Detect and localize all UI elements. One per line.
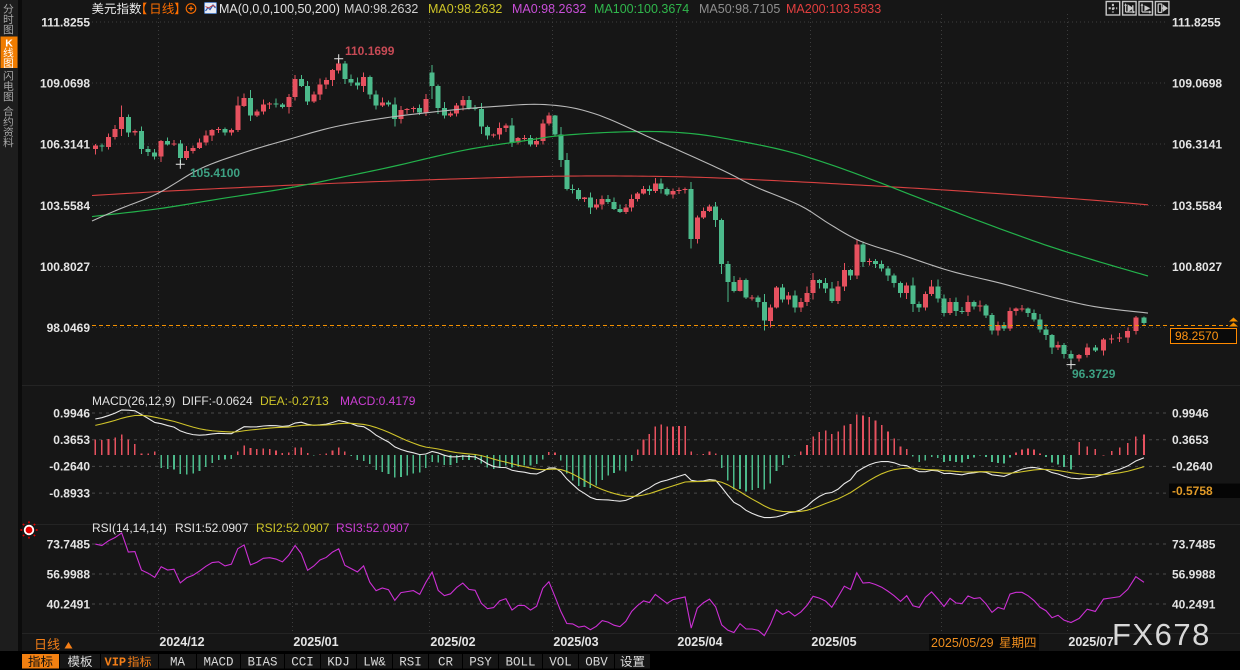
svg-text:100.8027: 100.8027 <box>40 260 90 274</box>
svg-text:73.7485: 73.7485 <box>1172 537 1216 551</box>
svg-text:98.2570: 98.2570 <box>1175 329 1219 343</box>
svg-text:111.8255: 111.8255 <box>41 15 90 29</box>
svg-text:BOLL: BOLL <box>505 656 535 670</box>
svg-text:PSY: PSY <box>469 656 492 670</box>
svg-text:2024/12: 2024/12 <box>159 635 204 649</box>
svg-text:2025/01: 2025/01 <box>293 635 338 649</box>
svg-text:-0.5758: -0.5758 <box>1172 484 1213 498</box>
svg-text:K: K <box>5 38 13 50</box>
svg-text:MA: MA <box>170 656 186 670</box>
svg-text:RSI2:52.0907: RSI2:52.0907 <box>256 521 330 535</box>
svg-text:2025/05/29: 2025/05/29 <box>931 636 994 650</box>
svg-text:111.8255: 111.8255 <box>1172 15 1221 29</box>
svg-text:56.9988: 56.9988 <box>1172 567 1216 581</box>
svg-text:MA(0,0,0,100,50,200): MA(0,0,0,100,50,200) <box>219 2 340 16</box>
svg-text:106.3141: 106.3141 <box>40 137 90 151</box>
svg-text:40.2491: 40.2491 <box>47 597 91 611</box>
svg-text:105.4100: 105.4100 <box>190 166 240 180</box>
svg-text:MA0:98.2632: MA0:98.2632 <box>428 2 502 16</box>
svg-text:VOL: VOL <box>549 656 572 670</box>
svg-text:56.9988: 56.9988 <box>47 567 91 581</box>
svg-text:RSI1:52.0907: RSI1:52.0907 <box>175 521 249 535</box>
svg-text:-0.2640: -0.2640 <box>49 460 90 474</box>
svg-text:MA50:98.7105: MA50:98.7105 <box>699 2 780 16</box>
svg-text:DIFF:-0.0624: DIFF:-0.0624 <box>182 394 253 408</box>
svg-text:98.0469: 98.0469 <box>47 321 91 335</box>
svg-text:109.0698: 109.0698 <box>1172 76 1222 90</box>
svg-text:103.5584: 103.5584 <box>1172 199 1222 213</box>
svg-text:CR: CR <box>438 656 454 670</box>
svg-text:MA0:98.2632: MA0:98.2632 <box>344 2 418 16</box>
svg-text:96.3729: 96.3729 <box>1072 367 1116 381</box>
svg-text:MACD:0.4179: MACD:0.4179 <box>340 394 416 408</box>
svg-text:RSI(14,14,14): RSI(14,14,14) <box>92 521 167 535</box>
svg-text:0.9946: 0.9946 <box>1172 406 1209 420</box>
svg-text:0.3653: 0.3653 <box>53 433 90 447</box>
svg-text:MA100:100.3674: MA100:100.3674 <box>594 2 689 16</box>
svg-text:2025/07: 2025/07 <box>1068 635 1113 649</box>
svg-text:CCI: CCI <box>291 656 314 670</box>
svg-text:RSI3:52.0907: RSI3:52.0907 <box>336 521 410 535</box>
svg-text:110.1699: 110.1699 <box>345 44 395 58</box>
svg-text:2025/03: 2025/03 <box>553 635 598 649</box>
svg-text:-0.8933: -0.8933 <box>49 486 90 500</box>
svg-text:MACD: MACD <box>203 656 233 670</box>
svg-text:103.5584: 103.5584 <box>40 199 90 213</box>
svg-text:106.3141: 106.3141 <box>1172 137 1222 151</box>
svg-text:KDJ: KDJ <box>327 656 350 670</box>
svg-text:LW&: LW& <box>363 656 386 670</box>
svg-text:2025/04: 2025/04 <box>677 635 722 649</box>
svg-text:73.7485: 73.7485 <box>47 537 91 551</box>
svg-text:MACD(26,12,9): MACD(26,12,9) <box>92 394 175 408</box>
svg-text:RSI: RSI <box>399 656 422 670</box>
svg-text:100.8027: 100.8027 <box>1172 260 1222 274</box>
svg-text:40.2491: 40.2491 <box>1172 597 1216 611</box>
svg-text:109.0698: 109.0698 <box>40 76 90 90</box>
svg-text:2025/05: 2025/05 <box>811 635 856 649</box>
svg-text:2025/02: 2025/02 <box>430 635 475 649</box>
svg-text:MA0:98.2632: MA0:98.2632 <box>512 2 586 16</box>
svg-text:FX678: FX678 <box>1112 617 1211 652</box>
svg-text:0.9946: 0.9946 <box>53 406 90 420</box>
svg-text:MA200:103.5833: MA200:103.5833 <box>786 2 881 16</box>
svg-text:BIAS: BIAS <box>247 656 277 670</box>
svg-text:0.3653: 0.3653 <box>1172 433 1209 447</box>
svg-text:DEA:-0.2713: DEA:-0.2713 <box>260 394 329 408</box>
svg-text:OBV: OBV <box>585 656 608 670</box>
svg-text:-0.2640: -0.2640 <box>1172 460 1213 474</box>
svg-text:VIP: VIP <box>105 656 127 670</box>
